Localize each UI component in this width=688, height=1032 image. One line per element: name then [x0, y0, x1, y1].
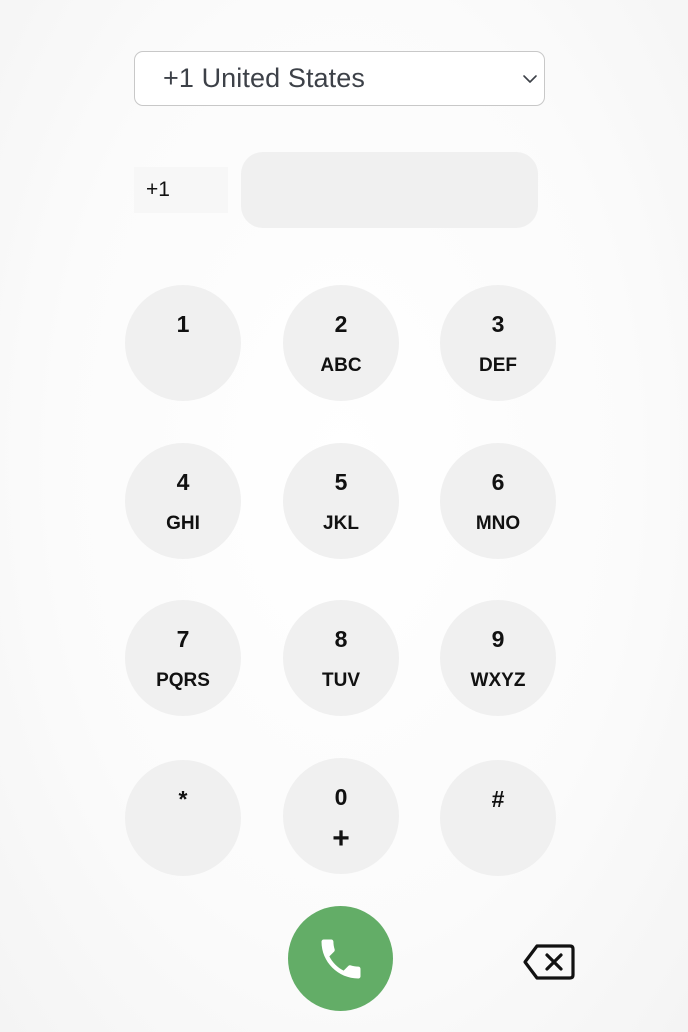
backspace-icon [523, 944, 575, 980]
key-3[interactable]: 3 DEF [440, 285, 556, 401]
key-8[interactable]: 8 TUV [283, 600, 399, 716]
key-5[interactable]: 5 JKL [283, 443, 399, 559]
key-digit: # [491, 786, 505, 812]
key-digit: 2 [334, 311, 348, 337]
key-digit: 9 [491, 626, 505, 652]
key-2[interactable]: 2 ABC [283, 285, 399, 401]
key-digit: 7 [176, 626, 190, 652]
key-letters: WXYZ [470, 670, 526, 691]
key-7[interactable]: 7 PQRS [125, 600, 241, 716]
key-digit: 0 [334, 784, 348, 810]
chevron-down-icon [523, 75, 537, 83]
key-4[interactable]: 4 GHI [125, 443, 241, 559]
key-letters: DEF [479, 355, 517, 376]
key-digit: 3 [491, 311, 505, 337]
country-select-value: +1 United States [163, 63, 365, 93]
key-digit: * [178, 786, 188, 812]
key-digit: 4 [176, 469, 190, 495]
key-hash[interactable]: # [440, 760, 556, 876]
key-0[interactable]: 0 + [283, 758, 399, 874]
key-star[interactable]: * [125, 760, 241, 876]
backspace-button[interactable] [522, 942, 576, 982]
key-6[interactable]: 6 MNO [440, 443, 556, 559]
key-digit: 1 [176, 311, 190, 337]
country-code-prefix: +1 [134, 167, 228, 213]
key-letters: ABC [320, 355, 362, 376]
phone-number-input[interactable] [241, 152, 538, 228]
key-letters: JKL [323, 513, 359, 534]
key-letters: TUV [322, 670, 360, 691]
key-digit: 6 [491, 469, 505, 495]
key-letters: PQRS [156, 670, 210, 691]
key-digit: 8 [334, 626, 348, 652]
key-letters: MNO [475, 513, 521, 534]
key-digit: 5 [334, 469, 348, 495]
key-9[interactable]: 9 WXYZ [440, 600, 556, 716]
phone-icon [321, 939, 361, 979]
call-button[interactable] [288, 906, 393, 1011]
country-select[interactable]: +1 United States [134, 51, 545, 106]
key-plus: + [332, 822, 350, 855]
key-letters: GHI [166, 513, 200, 534]
key-1[interactable]: 1 [125, 285, 241, 401]
country-code-label: +1 [146, 178, 170, 201]
